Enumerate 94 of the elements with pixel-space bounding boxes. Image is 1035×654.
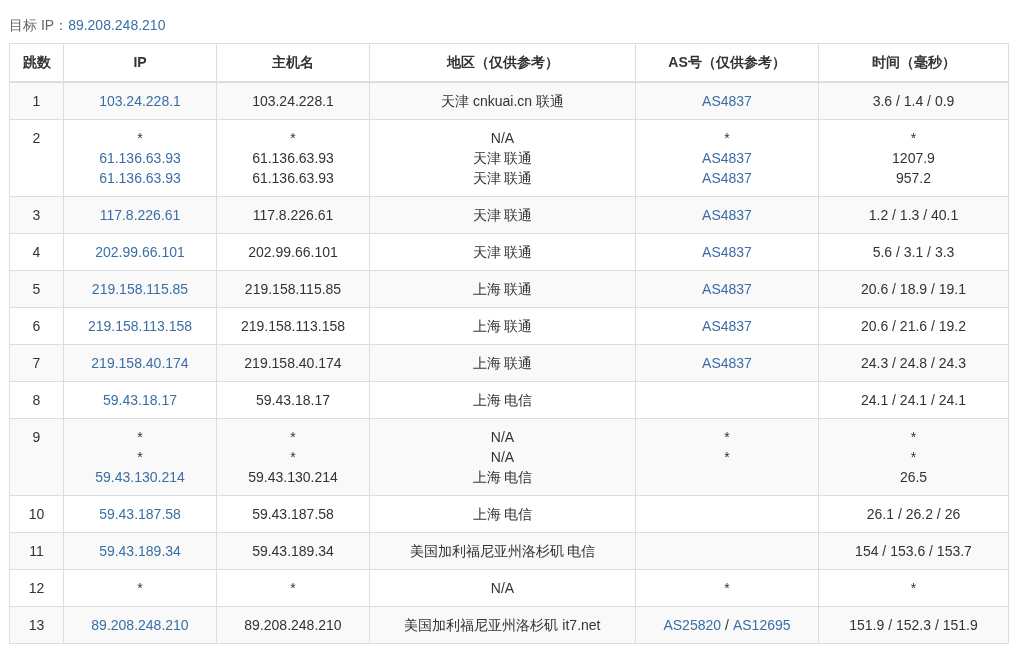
latency-text: 1.2 / 1.3 / 40.1 (868, 206, 959, 223)
as-link[interactable]: AS4837 (702, 352, 752, 373)
region-text: 上海 电信 (472, 505, 533, 522)
latency-text: 957.2 (895, 169, 931, 186)
ip-link[interactable]: 59.43.130.214 (95, 468, 185, 485)
latency-text: 1207.9 (892, 149, 935, 166)
latency-text: 24.1 / 24.1 / 24.1 (860, 391, 967, 408)
hostname-text: 59.43.189.34 (252, 542, 334, 559)
hostname-text: 59.43.130.214 (248, 468, 338, 485)
as-link[interactable]: AS25820 (663, 614, 722, 635)
hop-number: 5 (32, 280, 41, 297)
latency-text: 26.5 (899, 468, 928, 485)
hostname-text: 202.99.66.101 (248, 243, 338, 260)
as-link[interactable]: AS4837 (702, 204, 752, 225)
latency-text: 26.1 / 26.2 / 26 (866, 505, 961, 522)
as-link[interactable]: AS4837 (702, 241, 752, 262)
as-text: / (725, 615, 729, 635)
hop-number: 13 (28, 616, 45, 633)
as-link[interactable]: AS4837 (702, 315, 752, 336)
hostname-text: * (290, 129, 296, 146)
as-text: * (724, 128, 730, 148)
hop-number: 3 (32, 206, 41, 223)
hop-number: 4 (32, 243, 41, 260)
region-text: 天津 联通 (472, 149, 533, 166)
hostname-text: 61.136.63.93 (252, 149, 334, 166)
as-text: * (724, 578, 730, 598)
region-text: 上海 电信 (472, 468, 533, 485)
region-text: 天津 联通 (472, 206, 533, 223)
latency-text: 151.9 / 152.3 / 151.9 (849, 616, 978, 633)
latency-text: 154 / 153.6 / 153.7 (855, 542, 972, 559)
region-text: N/A (490, 129, 515, 146)
hostname-text: 219.158.113.158 (240, 317, 346, 334)
hostname-text: * (290, 448, 296, 465)
hostname-text: 61.136.63.93 (252, 169, 334, 186)
region-text: 上海 电信 (472, 391, 533, 408)
as-link[interactable]: AS4837 (702, 278, 752, 299)
hostname-text: 89.208.248.210 (244, 616, 342, 633)
latency-text: 20.6 / 21.6 / 19.2 (860, 317, 967, 334)
target-ip: 89.208.248.210 (68, 17, 166, 33)
region-text: 上海 联通 (472, 280, 533, 297)
column-header: 跳数 (22, 53, 51, 70)
hostname-text: 219.158.115.85 (244, 280, 342, 297)
hop-number: 9 (32, 428, 41, 445)
region-text: N/A (490, 448, 515, 465)
as-link[interactable]: AS4837 (702, 90, 752, 111)
latency-text: * (910, 448, 917, 465)
region-text: N/A (490, 579, 515, 596)
as-text: * (724, 447, 730, 467)
hop-number: 11 (29, 542, 44, 559)
latency-text: 3.6 / 1.4 / 0.9 (872, 92, 955, 109)
hostname-text: 103.24.228.1 (252, 92, 334, 109)
hop-number: 1 (32, 92, 41, 109)
region-text: 天津 联通 (472, 169, 533, 186)
hop-number: 8 (32, 391, 41, 408)
as-link[interactable]: AS12695 (732, 614, 791, 635)
latency-text: 5.6 / 3.1 / 3.3 (872, 243, 955, 260)
region-text: 美国加利福尼亚州洛杉矶 电信 (409, 542, 596, 559)
latency-text: 20.6 / 18.9 / 19.1 (860, 280, 967, 297)
as-text: * (724, 427, 730, 447)
hostname-text: * (290, 428, 296, 445)
region-text: 天津 联通 (472, 243, 533, 260)
hostname-text: 59.43.187.58 (252, 505, 334, 522)
region-text: N/A (490, 428, 515, 445)
hop-number: 6 (32, 317, 41, 334)
region-text: 美国加利福尼亚州洛杉矶 it7.net (404, 616, 601, 633)
latency-text: * (910, 579, 917, 596)
region-text: 上海 联通 (472, 354, 533, 371)
target-label: 目标 IP： (9, 17, 69, 33)
column-header: IP (133, 53, 147, 70)
latency-text: * (910, 129, 917, 146)
as-link[interactable]: AS4837 (702, 167, 752, 188)
column-header: AS号（仅供参考） (668, 53, 786, 70)
hop-number: 2 (32, 129, 41, 146)
hop-number: 12 (28, 579, 45, 596)
hostname-text: 117.8.226.61 (252, 206, 334, 223)
hop-number: 7 (32, 354, 41, 371)
latency-text: * (910, 428, 917, 445)
latency-text: 24.3 / 24.8 / 24.3 (860, 354, 967, 371)
ip-link[interactable]: 61.136.63.93 (99, 149, 181, 166)
region-text: 天津 cnkuai.cn 联通 (441, 92, 564, 109)
hostname-text: 59.43.18.17 (256, 391, 330, 408)
hostname-text: * (290, 579, 296, 596)
column-header: 主机名 (272, 53, 314, 70)
hostname-text: 219.158.40.174 (244, 354, 342, 371)
column-header: 时间（毫秒） (871, 53, 956, 70)
column-header: 地区（仅供参考） (446, 53, 559, 70)
ip-text: * (137, 448, 143, 465)
ip-text: * (137, 579, 143, 596)
hop-number: 10 (28, 505, 45, 522)
ip-text: * (137, 428, 143, 445)
ip-link[interactable]: 61.136.63.93 (99, 169, 181, 186)
as-link[interactable]: AS4837 (702, 147, 752, 168)
region-text: 上海 联通 (472, 317, 533, 334)
ip-text: * (137, 129, 143, 146)
